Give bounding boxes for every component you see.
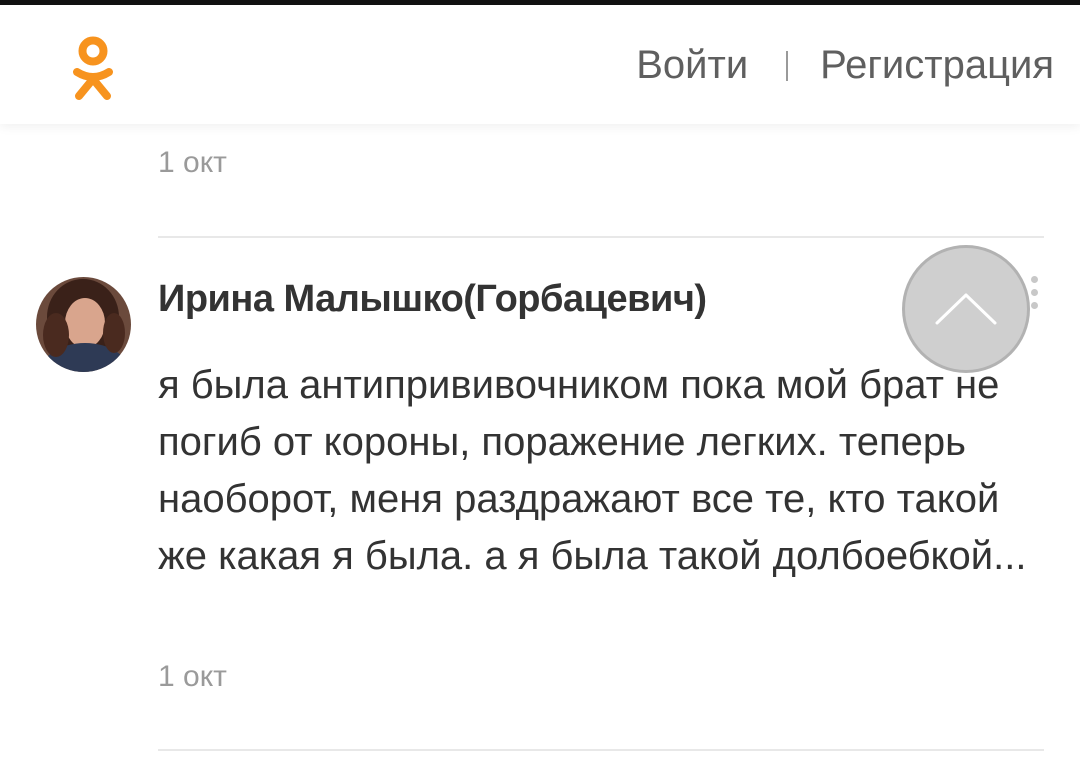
odnoklassniki-logo-icon[interactable] [70, 35, 116, 103]
login-link[interactable]: Войти [636, 43, 748, 88]
comment-text: я была антипрививочником пока мой брат н… [158, 363, 1027, 578]
scroll-up-button[interactable] [902, 245, 1030, 373]
nav-separator [786, 50, 789, 81]
auth-nav: Войти Регистрация [636, 43, 1054, 88]
header: Войти Регистрация [0, 0, 1080, 124]
avatar[interactable] [36, 277, 131, 372]
comment-divider-bottom [158, 749, 1044, 751]
register-link[interactable]: Регистрация [820, 43, 1054, 88]
comment-author[interactable]: Ирина Малышко(Горбацевич) [158, 278, 707, 321]
comment-date: 1 окт [158, 660, 227, 693]
page: Войти Регистрация 1 окт Ирина Малышко(Го… [0, 0, 1080, 763]
previous-comment-date: 1 окт [158, 146, 227, 179]
chevron-up-icon [935, 293, 997, 325]
comment-divider [158, 236, 1044, 238]
